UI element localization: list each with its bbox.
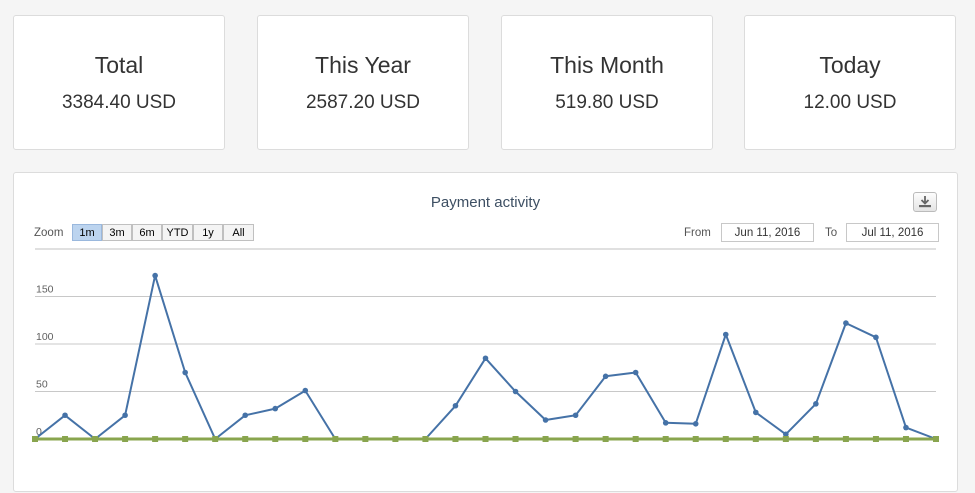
data-point[interactable] <box>422 436 429 442</box>
data-point[interactable] <box>632 369 639 376</box>
data-point[interactable] <box>512 436 519 442</box>
data-point[interactable] <box>362 436 369 442</box>
data-point[interactable] <box>812 436 819 442</box>
data-point[interactable] <box>572 412 579 419</box>
data-point[interactable] <box>482 436 489 442</box>
data-point[interactable] <box>332 436 339 442</box>
data-point[interactable] <box>933 436 939 442</box>
data-point[interactable] <box>302 436 309 442</box>
data-point[interactable] <box>842 436 849 442</box>
data-point[interactable] <box>272 405 279 412</box>
data-point[interactable] <box>542 436 549 442</box>
data-point[interactable] <box>122 436 129 442</box>
data-point[interactable] <box>272 436 279 442</box>
stats-row: Total 3384.40 USD This Year 2587.20 USD … <box>13 15 970 152</box>
grid: 050100150 <box>35 248 936 440</box>
stat-card-total: Total 3384.40 USD <box>13 15 225 150</box>
data-point[interactable] <box>302 387 309 394</box>
data-point[interactable] <box>452 436 459 442</box>
data-point[interactable] <box>813 401 819 407</box>
data-point[interactable] <box>92 436 99 442</box>
data-point[interactable] <box>482 355 489 362</box>
data-point[interactable] <box>692 436 699 442</box>
data-point[interactable] <box>542 417 549 423</box>
stat-card-this-month: This Month 519.80 USD <box>501 15 713 150</box>
data-point[interactable] <box>392 436 399 442</box>
stat-title: Total <box>94 52 144 78</box>
data-point[interactable] <box>632 436 639 442</box>
stat-card-this-year: This Year 2587.20 USD <box>257 15 469 150</box>
data-point[interactable] <box>602 436 609 442</box>
stat-title: This Year <box>315 52 411 78</box>
data-point[interactable] <box>62 436 69 442</box>
data-point[interactable] <box>873 334 879 341</box>
data-point[interactable] <box>242 436 249 442</box>
data-point[interactable] <box>182 369 188 376</box>
data-point[interactable] <box>32 436 38 442</box>
data-point[interactable] <box>752 436 759 442</box>
data-point[interactable] <box>843 320 849 326</box>
stat-title: This Month <box>550 52 664 78</box>
data-point[interactable] <box>122 412 128 419</box>
data-point[interactable] <box>212 436 219 442</box>
stat-value: 12.00 USD <box>803 92 897 113</box>
y-tick-label: 100 <box>36 331 54 343</box>
data-point[interactable] <box>692 421 699 427</box>
stat-value: 2587.20 USD <box>305 92 421 113</box>
data-point[interactable] <box>902 436 909 442</box>
data-point[interactable] <box>452 402 459 409</box>
data-point[interactable] <box>62 412 68 419</box>
data-point[interactable] <box>512 388 519 395</box>
y-tick-label: 50 <box>36 379 48 391</box>
data-point[interactable] <box>662 420 669 426</box>
data-point[interactable] <box>722 331 729 338</box>
data-point[interactable] <box>722 436 729 442</box>
data-point[interactable] <box>903 424 909 431</box>
data-point[interactable] <box>872 436 879 442</box>
payment-activity-chart: 050100150 <box>32 248 939 442</box>
data-point[interactable] <box>602 373 609 380</box>
stat-card-today: Today 12.00 USD <box>744 15 956 150</box>
y-tick-label: 150 <box>36 284 54 296</box>
series <box>32 272 939 442</box>
data-point[interactable] <box>242 412 249 419</box>
payment-activity-panel: Payment activity Zoom 1m 3m 6m YTD 1y Al… <box>13 172 958 492</box>
data-point[interactable] <box>753 409 759 416</box>
data-point[interactable] <box>182 436 189 442</box>
data-point[interactable] <box>152 436 159 442</box>
data-point[interactable] <box>572 436 579 442</box>
stat-value: 3384.40 USD <box>61 92 177 113</box>
data-point[interactable] <box>782 436 789 442</box>
data-point[interactable] <box>152 272 158 279</box>
data-point[interactable] <box>662 436 669 442</box>
stat-value: 519.80 USD <box>555 92 659 113</box>
stat-title: Today <box>819 52 881 78</box>
